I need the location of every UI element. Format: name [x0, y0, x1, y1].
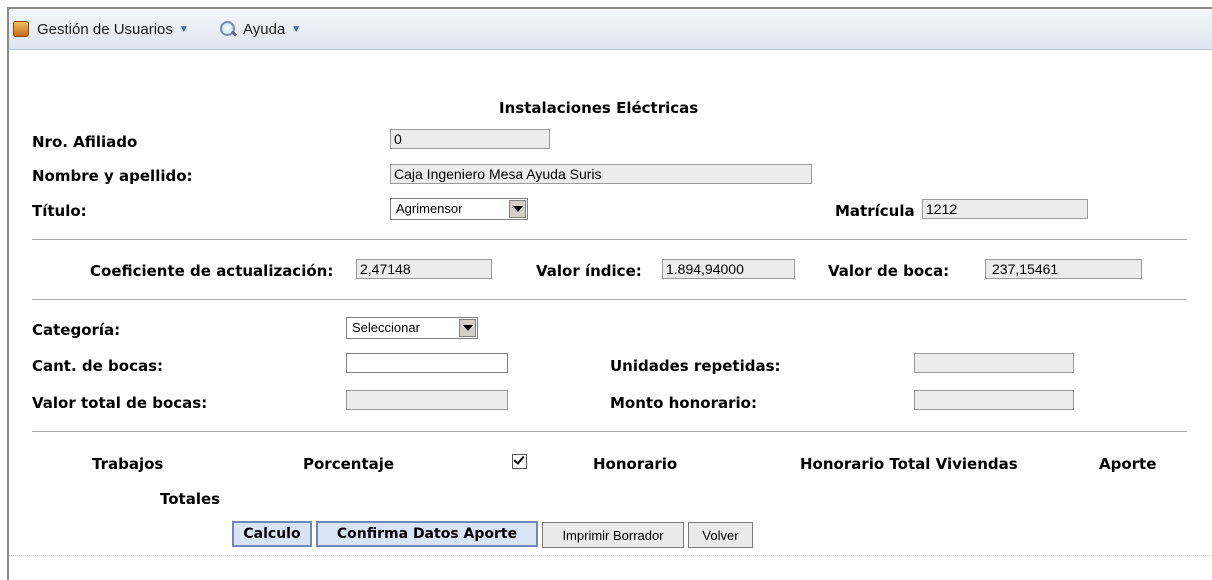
titulo-select-value: Agrimensor: [396, 201, 463, 216]
valor-total-bocas-field[interactable]: [346, 390, 508, 410]
confirma-datos-aporte-button[interactable]: Confirma Datos Aporte: [316, 521, 538, 547]
menu-gestion-usuarios[interactable]: Gestión de Usuarios ▼: [13, 17, 189, 41]
titulo-label: Título:: [32, 202, 87, 220]
dropdown-arrow-icon[interactable]: [459, 319, 476, 337]
header-trabajos: Trabajos: [92, 455, 164, 473]
coeficiente-label: Coeficiente de actualización:: [90, 262, 334, 280]
nro-afiliado-label: Nro. Afiliado: [32, 133, 138, 151]
footer-divider: [9, 555, 1212, 556]
app-frame: Gestión de Usuarios ▼ Ayuda ▼ Instalacio…: [7, 7, 1212, 580]
categoria-label: Categoría:: [32, 321, 121, 339]
page-title: Instalaciones Eléctricas: [499, 99, 699, 117]
cant-bocas-field[interactable]: [346, 353, 508, 373]
divider: [32, 431, 1187, 432]
valor-indice-field[interactable]: 1.894,94000: [662, 259, 795, 279]
valor-indice-label: Valor índice:: [536, 262, 642, 280]
valor-boca-label: Valor de boca:: [828, 262, 950, 280]
divider: [32, 239, 1187, 240]
volver-button[interactable]: Volver: [688, 522, 753, 548]
menu-bar: Gestión de Usuarios ▼ Ayuda ▼: [9, 9, 1212, 50]
valor-total-bocas-label: Valor total de bocas:: [32, 394, 208, 412]
menu-ayuda[interactable]: Ayuda ▼: [220, 17, 301, 41]
monto-honorario-label: Monto honorario:: [610, 394, 757, 412]
titulo-select[interactable]: Agrimensor: [390, 198, 528, 220]
unidades-repetidas-field[interactable]: [914, 353, 1074, 373]
coeficiente-field[interactable]: 2,47148: [356, 259, 492, 279]
chevron-down-icon: ▼: [291, 23, 302, 35]
matricula-field[interactable]: 1212: [922, 199, 1088, 219]
categoria-select[interactable]: Seleccionar: [346, 317, 478, 339]
cant-bocas-label: Cant. de bocas:: [32, 357, 164, 375]
menu-gestion-usuarios-label: Gestión de Usuarios: [37, 20, 173, 38]
help-search-icon: [220, 21, 238, 37]
dropdown-arrow-icon[interactable]: [509, 200, 526, 218]
valor-boca-field[interactable]: 237,15461: [985, 259, 1142, 279]
categoria-select-value: Seleccionar: [352, 320, 420, 335]
menu-ayuda-label: Ayuda: [243, 20, 286, 38]
porcentaje-checkbox[interactable]: [512, 453, 527, 469]
imprimir-borrador-button[interactable]: Imprimir Borrador: [542, 522, 684, 548]
nro-afiliado-field[interactable]: 0: [390, 129, 550, 149]
nombre-apellido-label: Nombre y apellido:: [32, 167, 193, 185]
unidades-repetidas-label: Unidades repetidas:: [610, 357, 781, 375]
checkmark-icon: [513, 453, 525, 465]
calculo-button[interactable]: Calculo: [232, 521, 312, 547]
users-icon: [13, 21, 29, 37]
divider: [32, 299, 1187, 300]
nombre-apellido-field[interactable]: Caja Ingeniero Mesa Ayuda Suris: [390, 164, 812, 184]
header-porcentaje: Porcentaje: [303, 455, 395, 473]
totales-label: Totales: [160, 490, 221, 508]
chevron-down-icon: ▼: [178, 23, 189, 35]
matricula-label: Matrícula: [835, 202, 915, 220]
header-aporte: Aporte: [1099, 455, 1157, 473]
monto-honorario-field[interactable]: [914, 390, 1074, 410]
header-honorario: Honorario: [593, 455, 678, 473]
header-honorario-total-viviendas: Honorario Total Viviendas: [800, 455, 1018, 473]
